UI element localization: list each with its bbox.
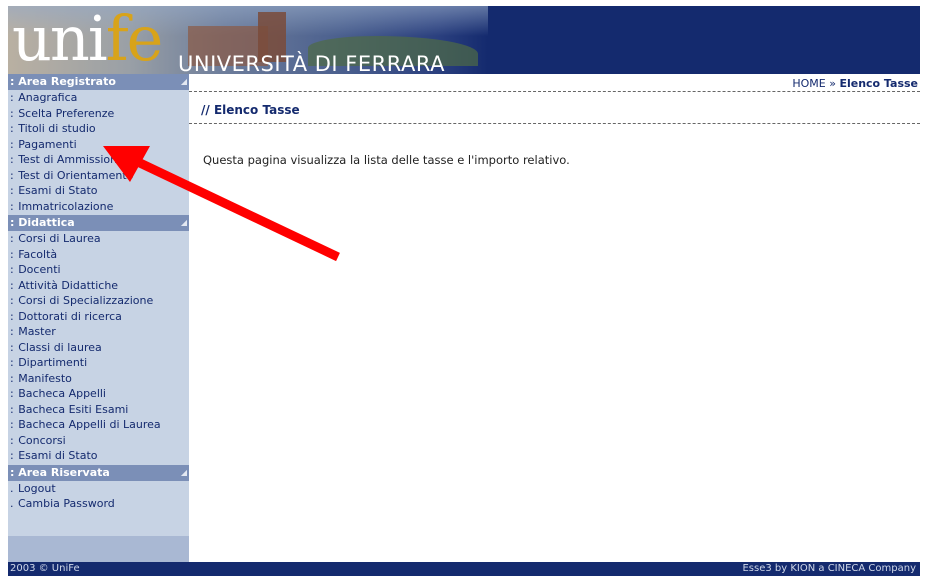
sidebar-item-titoli-di-studio[interactable]: : Titoli di studio (8, 121, 189, 137)
sidebar-item-facolt[interactable]: : Facoltà (8, 247, 189, 263)
footer: 2003 © UniFe Esse3 by KION a CINECA Comp… (8, 562, 920, 576)
sidebar-item-bacheca-appelli-di-laurea[interactable]: : Bacheca Appelli di Laurea (8, 417, 189, 433)
sidebar-item-corsi-di-laurea[interactable]: : Corsi di Laurea (8, 231, 189, 247)
section-header-area-registrato: : Area Registrato ◢ (8, 74, 189, 90)
sidebar-footer-band (8, 536, 189, 562)
sidebar-item-attivit-didattiche[interactable]: : Attività Didattiche (8, 278, 189, 294)
collapse-icon[interactable]: ◢ (181, 465, 187, 481)
sidebar-item-scelta-preferenze[interactable]: : Scelta Preferenze (8, 106, 189, 122)
collapse-icon[interactable]: ◢ (181, 215, 187, 231)
didattica-menu: : Corsi di Laurea: Facoltà: Docenti: Att… (8, 231, 189, 464)
sidebar-item-immatricolazione[interactable]: : Immatricolazione (8, 199, 189, 215)
area-riservata-menu: . Logout. Cambia Password (8, 481, 189, 512)
collapse-icon[interactable]: ◢ (181, 74, 187, 90)
area-registrato-menu: : Anagrafica: Scelta Preferenze: Titoli … (8, 90, 189, 214)
sidebar-item-bacheca-appelli[interactable]: : Bacheca Appelli (8, 386, 189, 402)
footer-credits: Esse3 by KION a CINECA Company (742, 563, 916, 574)
breadcrumb: HOME » Elenco Tasse (189, 76, 920, 92)
footer-copyright: 2003 © UniFe (10, 563, 80, 574)
breadcrumb-separator: » (829, 77, 836, 90)
section-header-area-riservata: : Area Riservata ◢ (8, 464, 189, 481)
sidebar-item-classi-di-laurea[interactable]: : Classi di laurea (8, 340, 189, 356)
sidebar-item-logout[interactable]: . Logout (8, 481, 189, 497)
sidebar-item-manifesto[interactable]: : Manifesto (8, 371, 189, 387)
breadcrumb-current: Elenco Tasse (839, 77, 918, 90)
sidebar-item-dipartimenti[interactable]: : Dipartimenti (8, 355, 189, 371)
sidebar-item-concorsi[interactable]: : Concorsi (8, 433, 189, 449)
page-description: Questa pagina visualizza la lista delle … (203, 153, 570, 167)
breadcrumb-home-link[interactable]: HOME (792, 77, 825, 90)
sidebar: : Area Registrato ◢ : Anagrafica: Scelta… (8, 74, 189, 562)
sidebar-item-pagamenti[interactable]: : Pagamenti (8, 137, 189, 153)
header-banner: unife UNIVERSITÀ DI FERRARA (8, 6, 920, 74)
section-header-didattica: : Didattica ◢ (8, 215, 189, 231)
sidebar-item-bacheca-esiti-esami[interactable]: : Bacheca Esiti Esami (8, 402, 189, 418)
sidebar-item-esami-di-stato[interactable]: : Esami di Stato (8, 183, 189, 199)
sidebar-item-anagrafica[interactable]: : Anagrafica (8, 90, 189, 106)
sidebar-item-docenti[interactable]: : Docenti (8, 262, 189, 278)
sidebar-item-test-di-ammissione[interactable]: : Test di Ammissione (8, 152, 189, 168)
sidebar-item-dottorati-di-ricerca[interactable]: : Dottorati di ricerca (8, 309, 189, 325)
sidebar-item-corsi-di-specializzazione[interactable]: : Corsi di Specializzazione (8, 293, 189, 309)
sidebar-item-master[interactable]: : Master (8, 324, 189, 340)
sidebar-item-esami-di-stato[interactable]: : Esami di Stato (8, 448, 189, 464)
sidebar-item-cambia-password[interactable]: . Cambia Password (8, 496, 189, 512)
university-name: UNIVERSITÀ DI FERRARA (178, 52, 445, 74)
unife-logo[interactable]: unife (12, 8, 163, 70)
sidebar-item-test-di-orientamento[interactable]: : Test di Orientamento (8, 168, 189, 184)
page-title: // Elenco Tasse (189, 100, 920, 124)
